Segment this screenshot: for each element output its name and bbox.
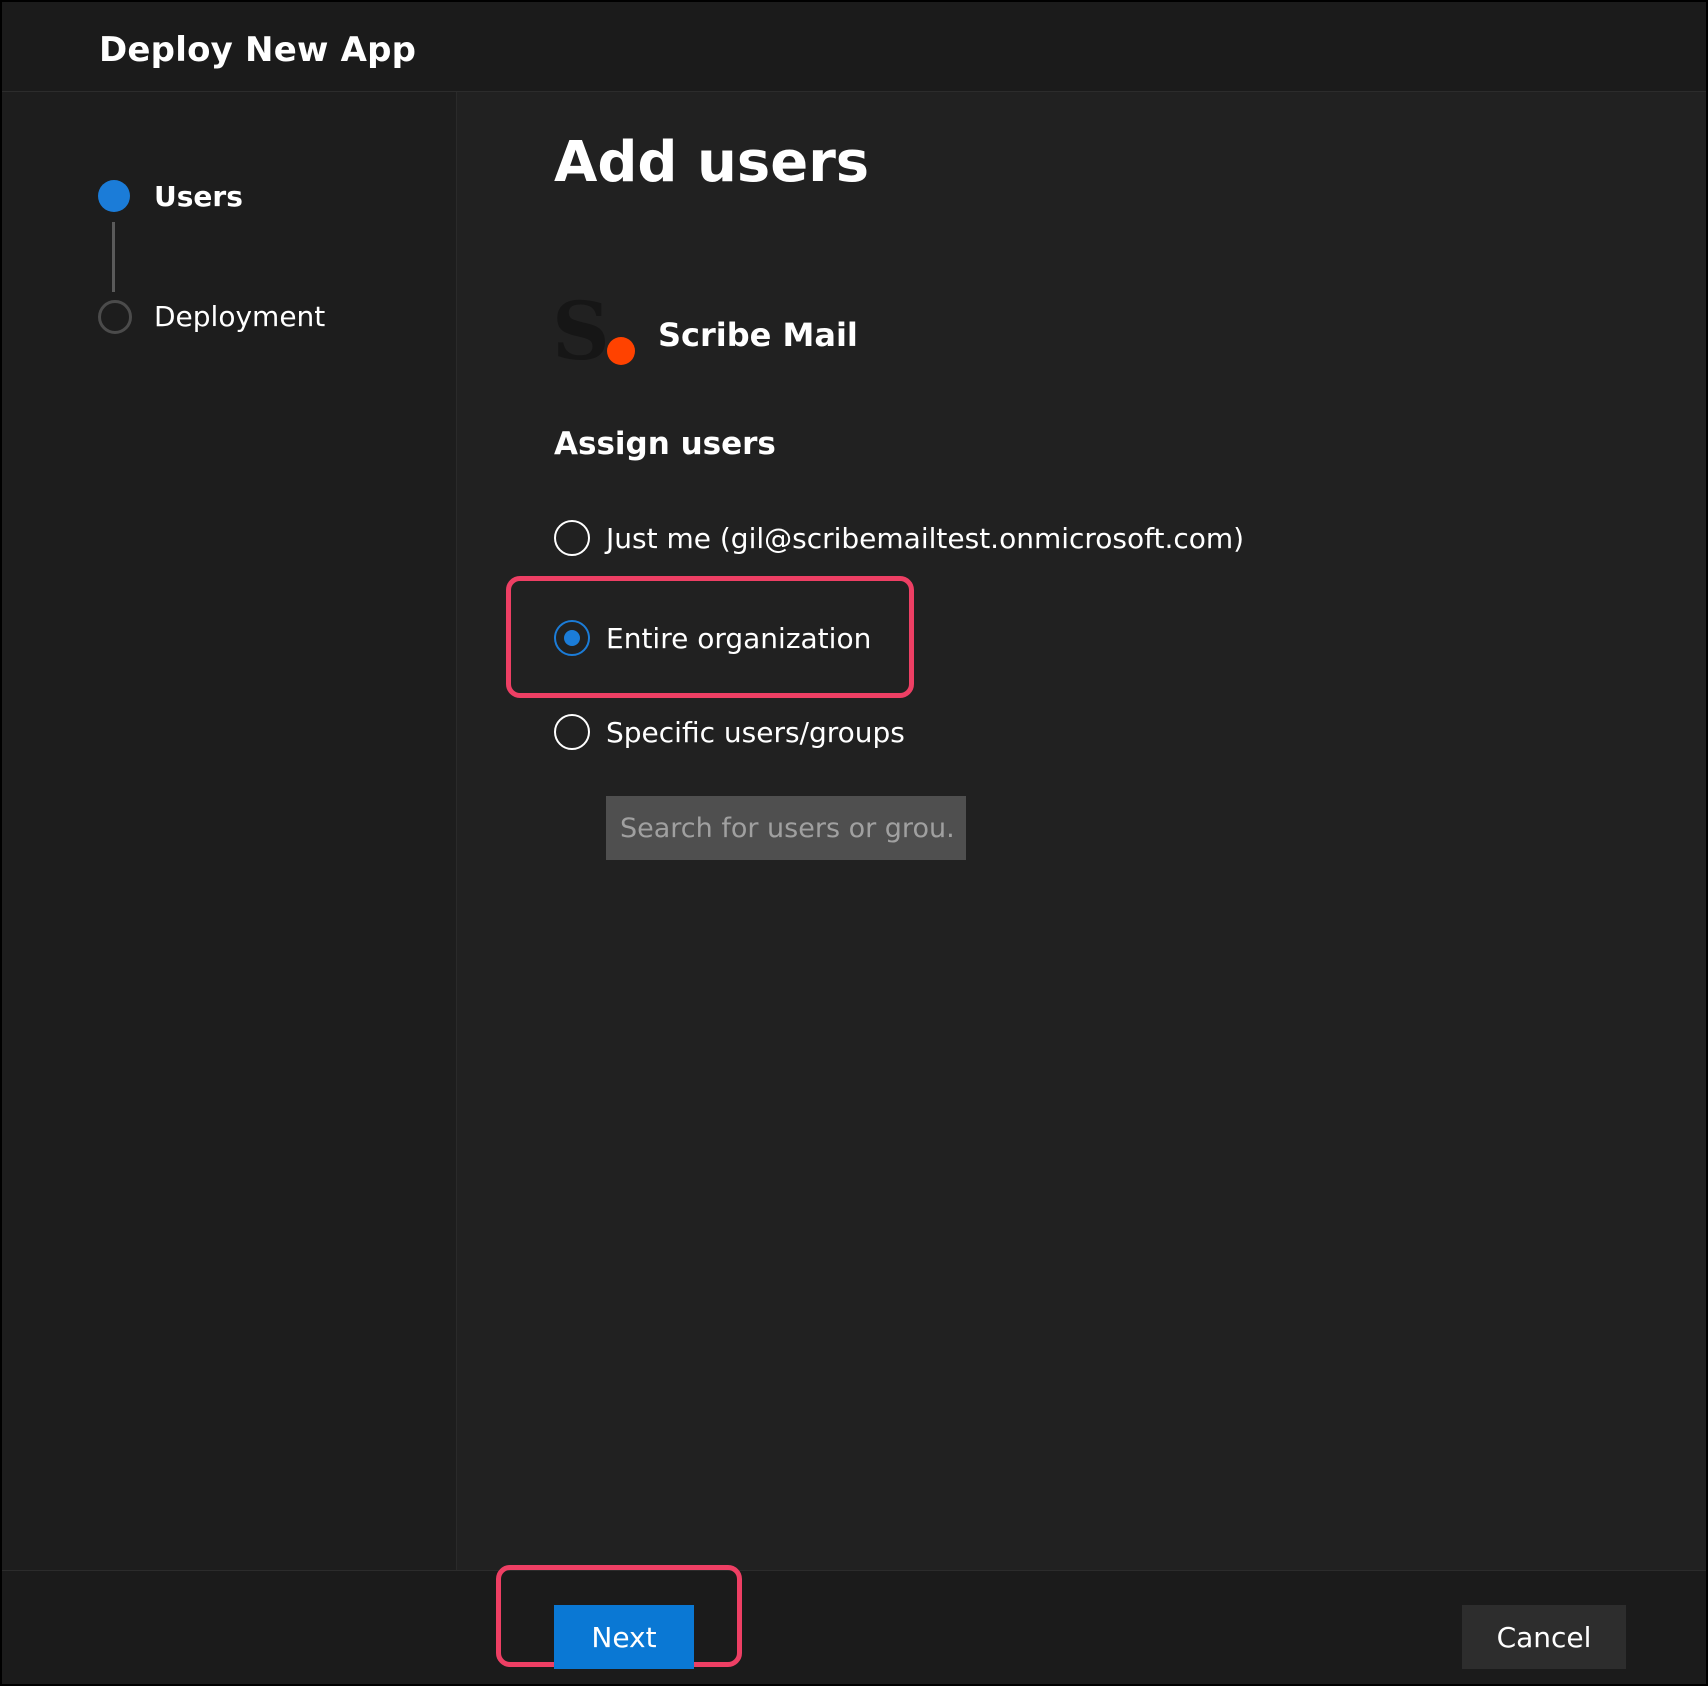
dialog-footer: Next Cancel (2, 1565, 1706, 1684)
step-deployment-label: Deployment (154, 300, 326, 333)
step-sidebar: Users Deployment (2, 92, 457, 1570)
dialog-title: Deploy New App (99, 30, 417, 70)
radio-entire-organization[interactable] (554, 620, 590, 656)
cancel-button[interactable]: Cancel (1462, 1605, 1626, 1669)
user-search-input[interactable] (606, 796, 966, 860)
radio-just-me[interactable] (554, 520, 590, 556)
app-name: Scribe Mail (658, 316, 858, 354)
step-active-indicator (98, 180, 130, 212)
step-connector (112, 222, 115, 292)
radio-specific-users[interactable] (554, 714, 590, 750)
dialog-header: Deploy New App (2, 2, 1706, 92)
option-specific-users[interactable]: Specific users/groups (554, 710, 905, 754)
option-just-me[interactable]: Just me (gil@scribemailtest.onmicrosoft.… (554, 516, 1244, 560)
app-logo-dot (607, 337, 635, 365)
option-entire-organization[interactable]: Entire organization (554, 616, 871, 660)
option-entire-organization-label: Entire organization (606, 621, 872, 655)
step-users-label: Users (154, 180, 243, 213)
option-specific-users-label: Specific users/groups (606, 715, 905, 749)
page-title: Add users (554, 130, 870, 195)
deploy-app-dialog: Deploy New App Users Deployment Add user… (2, 2, 1706, 1684)
next-button[interactable]: Next (554, 1605, 694, 1669)
assign-users-heading: Assign users (554, 426, 776, 462)
app-logo: S (552, 284, 642, 378)
radio-selected-dot (564, 630, 580, 646)
step-pending-indicator (98, 300, 132, 334)
option-just-me-label: Just me (gil@scribemailtest.onmicrosoft.… (606, 521, 1245, 555)
app-logo-letter: S (552, 284, 610, 378)
